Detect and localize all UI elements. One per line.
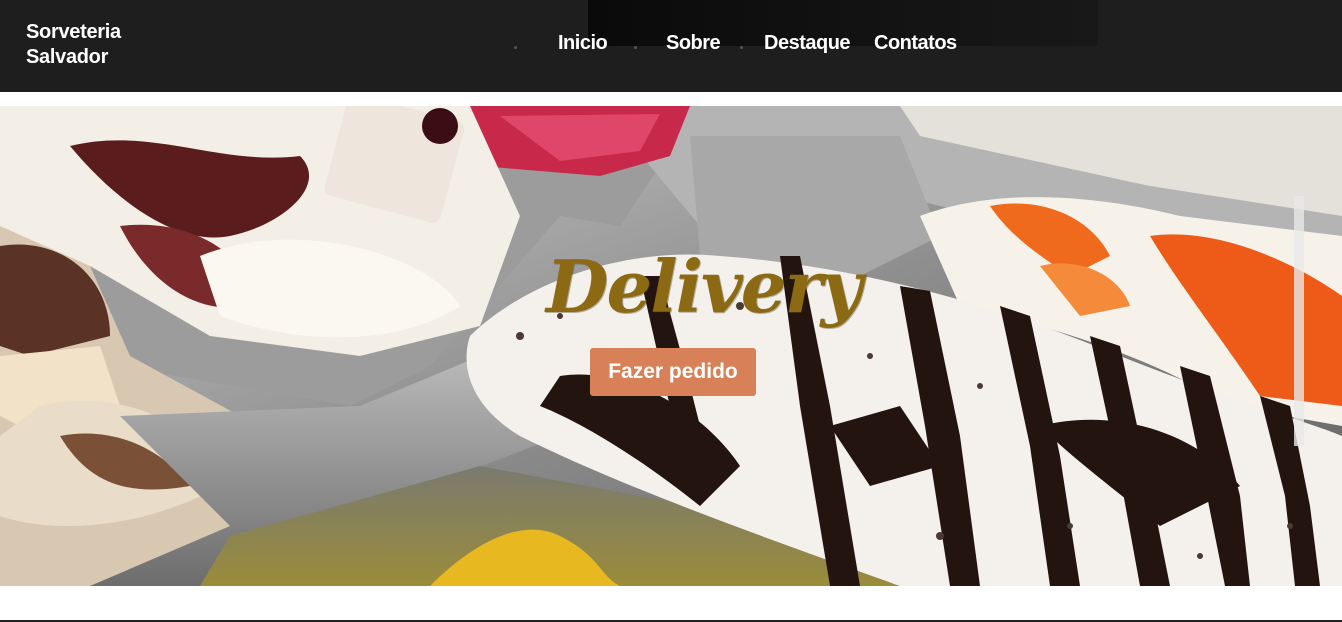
hero-title: Delivery [546, 244, 862, 329]
brand-line-2: Salvador [26, 46, 109, 68]
site-header: Sorveteria Salvador Inicio Sobre Destaqu… [0, 0, 1342, 92]
brand-line-1: Sorveteria [26, 21, 121, 43]
nav-item-sobre[interactable]: Sobre [666, 32, 721, 55]
order-button[interactable]: Fazer pedido [590, 348, 756, 396]
hero-banner: Delivery Fazer pedido [0, 106, 1342, 586]
nav-dot-icon [740, 46, 743, 49]
ice-cream-display-photo [0, 106, 1342, 586]
nav-item-inicio[interactable]: Inicio [558, 32, 608, 55]
nav-dot-icon [514, 46, 517, 49]
nav-dot-icon [634, 46, 637, 49]
nav-item-contatos[interactable]: Contatos [874, 32, 957, 55]
brand-logo[interactable]: Sorveteria Salvador [26, 20, 121, 70]
nav-item-destaque[interactable]: Destaque [764, 32, 851, 55]
